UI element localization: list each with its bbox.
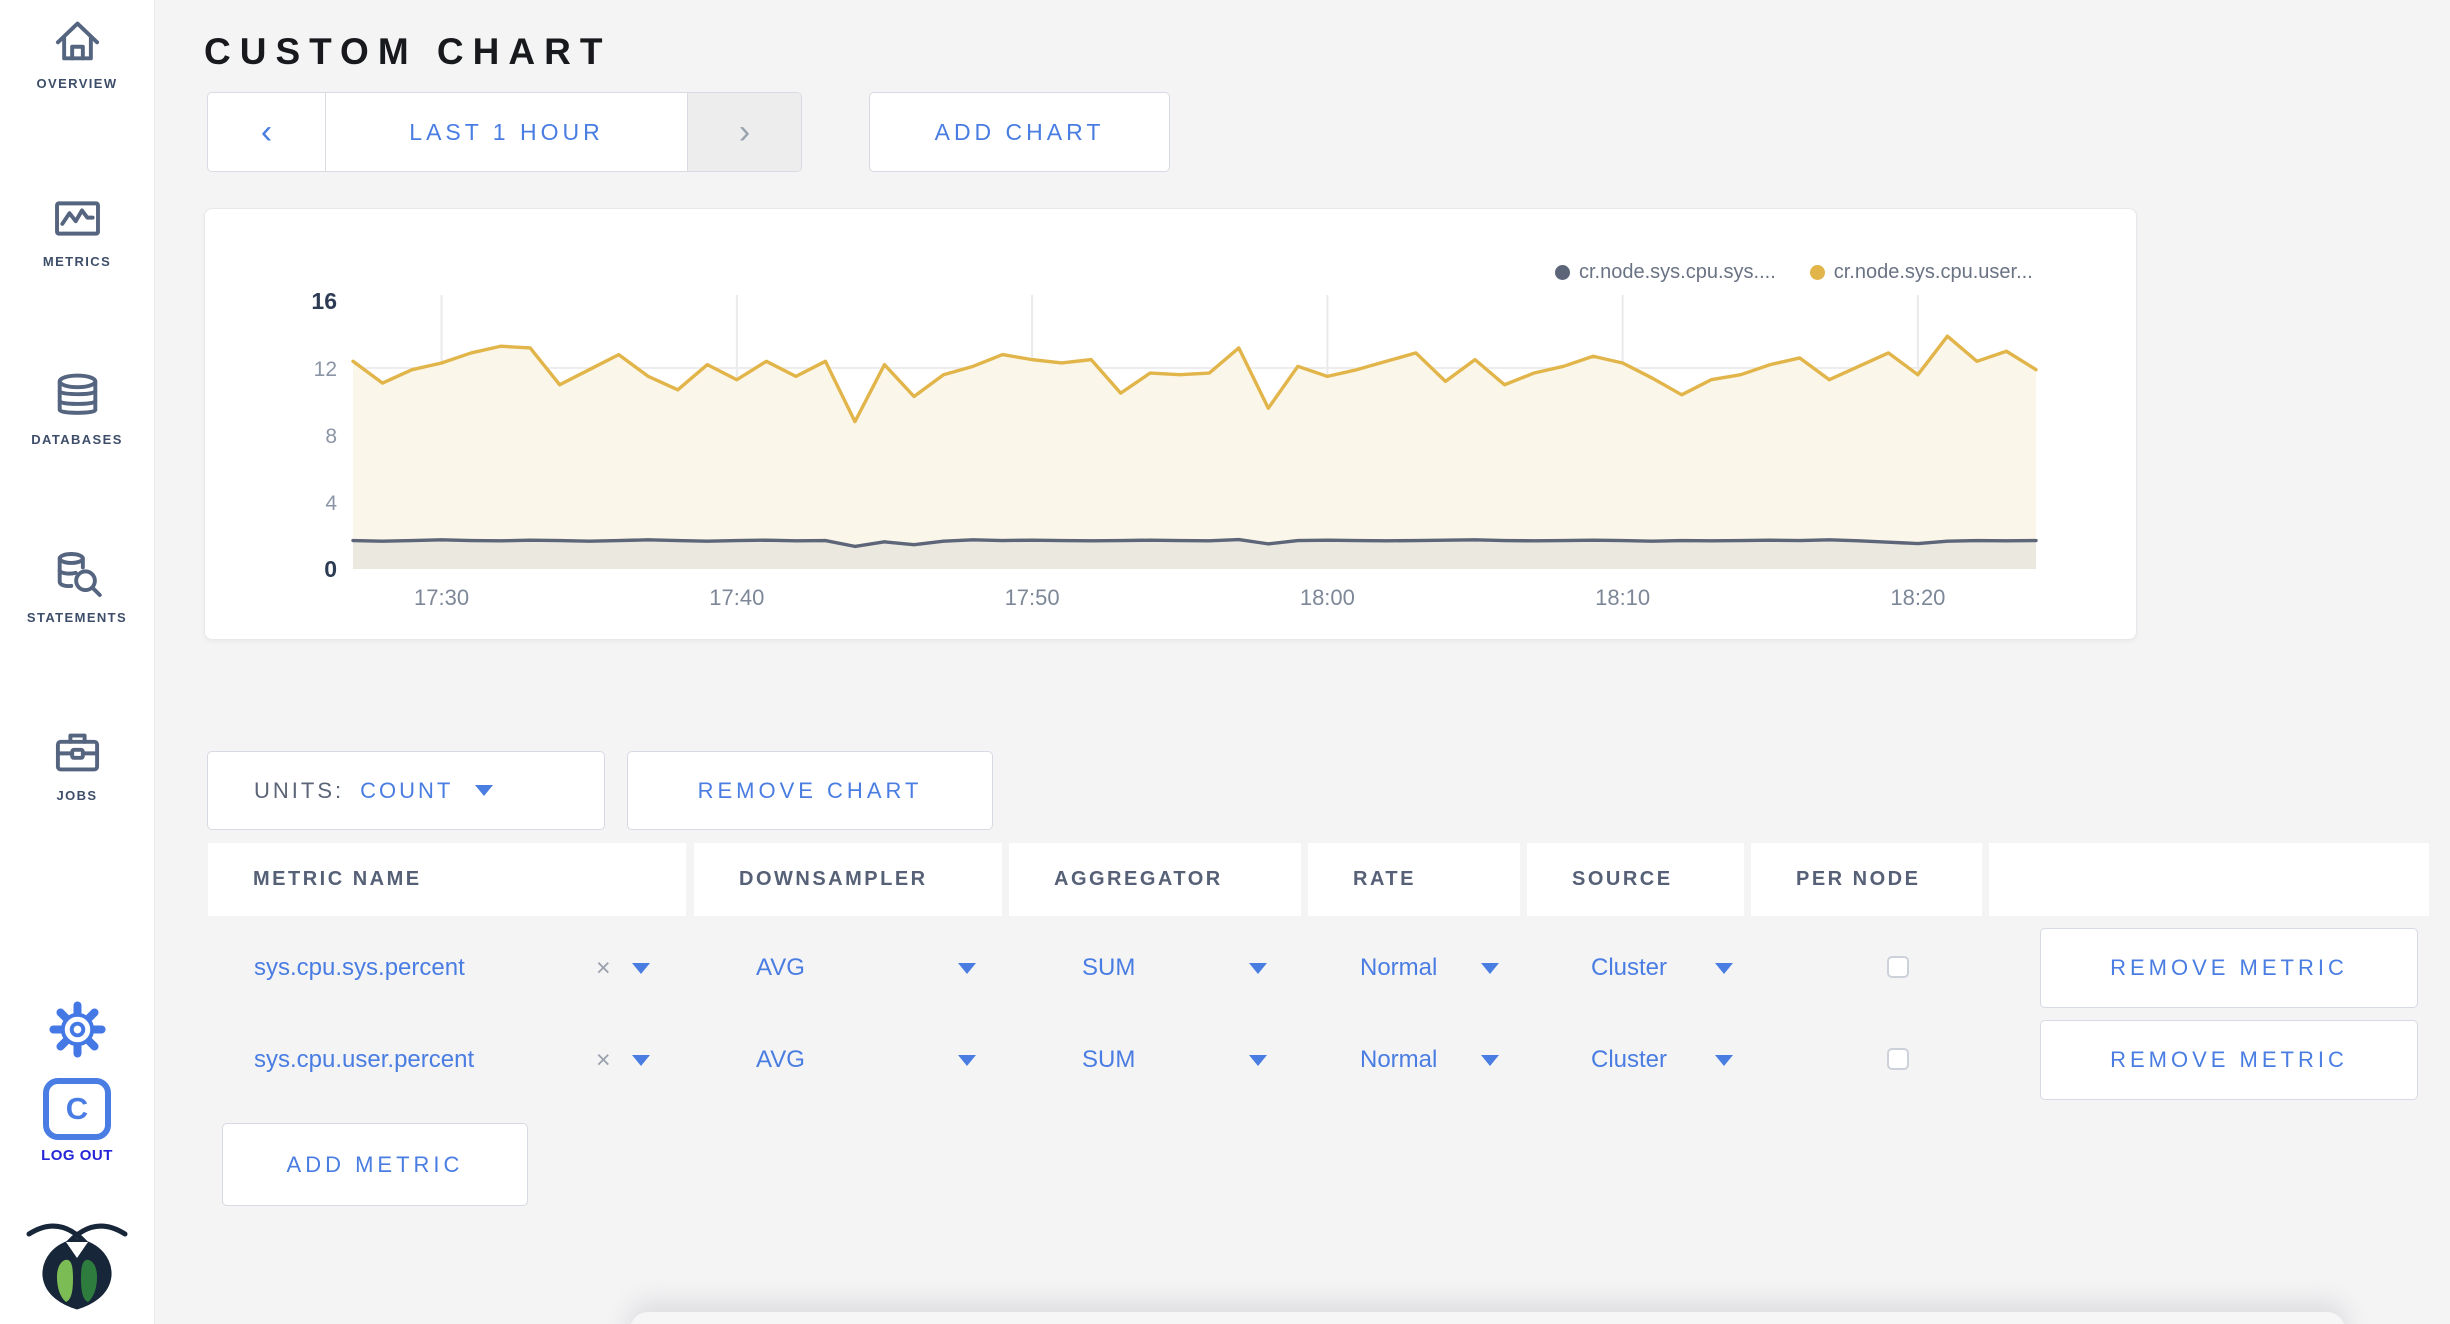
column-header-aggregator: AGGREGATOR bbox=[1009, 843, 1301, 916]
legend-dot-icon bbox=[1809, 265, 1825, 280]
sidebar-item-metrics[interactable]: METRICS bbox=[0, 190, 154, 269]
custom-chart-page: OVERVIEW METRICS DATABASES STATEMENTS JO… bbox=[0, 0, 2450, 1324]
aggregator-select[interactable]: SUM bbox=[1082, 1020, 1135, 1100]
column-header-downsampler: DOWNSAMPLER bbox=[694, 843, 1002, 916]
source-select[interactable]: Cluster bbox=[1591, 1020, 1667, 1100]
per-node-checkbox[interactable] bbox=[1887, 956, 1909, 978]
column-header-per-node: PER NODE bbox=[1751, 843, 1982, 916]
aggregator-select[interactable]: SUM bbox=[1082, 928, 1135, 1008]
rate-caret-icon[interactable] bbox=[1481, 963, 1499, 974]
next-chart-shadow bbox=[630, 1312, 2345, 1324]
sidebar-item-label: DATABASES bbox=[31, 432, 123, 447]
legend-item: cr.node.sys.cpu.sys.... bbox=[1555, 261, 1776, 284]
legend-label: cr.node.sys.cpu.sys.... bbox=[1579, 261, 1776, 283]
add-metric-button[interactable]: ADD METRIC bbox=[222, 1123, 528, 1206]
svg-text:0: 0 bbox=[324, 556, 337, 582]
source-caret-icon[interactable] bbox=[1715, 963, 1733, 974]
sidebar-item-label: OVERVIEW bbox=[36, 76, 118, 91]
statements-icon bbox=[57, 552, 102, 597]
svg-text:18:20: 18:20 bbox=[1890, 585, 1945, 610]
add-chart-button[interactable]: ADD CHART bbox=[869, 92, 1170, 172]
sidebar-item-statements[interactable]: STATEMENTS bbox=[0, 546, 154, 625]
downsampler-select[interactable]: AVG bbox=[756, 1020, 805, 1100]
logout-label: LOG OUT bbox=[41, 1147, 113, 1164]
gear-icon bbox=[48, 1001, 106, 1058]
sidebar: OVERVIEW METRICS DATABASES STATEMENTS JO… bbox=[0, 0, 155, 1324]
database-icon bbox=[57, 373, 97, 415]
remove-chart-button[interactable]: REMOVE CHART bbox=[627, 751, 993, 830]
svg-text:17:50: 17:50 bbox=[1005, 585, 1060, 610]
sidebar-item-label: STATEMENTS bbox=[26, 610, 128, 625]
clear-metric-button[interactable]: × bbox=[596, 928, 611, 1008]
time-range-prev-button[interactable]: ‹ bbox=[208, 93, 326, 171]
metric-row: sys.cpu.user.percent × AVG SUM Normal Cluster… bbox=[0, 1020, 2450, 1100]
svg-text:17:30: 17:30 bbox=[414, 585, 469, 610]
legend-label: cr.node.sys.cpu.user... bbox=[1833, 261, 2033, 283]
column-header-source: SOURCE bbox=[1527, 843, 1744, 916]
time-range-label[interactable]: LAST 1 HOUR bbox=[326, 93, 687, 171]
time-range-next-button[interactable]: › bbox=[687, 93, 801, 171]
svg-text:18:10: 18:10 bbox=[1595, 585, 1650, 610]
sidebar-item-label: JOBS bbox=[56, 788, 98, 803]
downsampler-caret-icon[interactable] bbox=[958, 1055, 976, 1066]
svg-text:18:00: 18:00 bbox=[1300, 585, 1355, 610]
svg-text:12: 12 bbox=[314, 358, 337, 381]
aggregator-caret-icon[interactable] bbox=[1249, 1055, 1267, 1066]
sidebar-item-label: METRICS bbox=[42, 254, 112, 269]
cockroach-c-icon: C bbox=[43, 1078, 111, 1140]
logout-button[interactable]: C LOG OUT bbox=[0, 1078, 154, 1164]
metric-select-caret-icon[interactable] bbox=[632, 963, 650, 974]
per-node-checkbox[interactable] bbox=[1887, 1048, 1909, 1070]
page-title: CUSTOM CHART bbox=[204, 30, 612, 72]
chevron-down-icon bbox=[475, 785, 494, 796]
rate-select[interactable]: Normal bbox=[1360, 928, 1437, 1008]
column-header-rate: RATE bbox=[1308, 843, 1520, 916]
source-caret-icon[interactable] bbox=[1715, 1055, 1733, 1066]
units-dropdown[interactable]: UNITS: COUNT bbox=[207, 751, 605, 830]
remove-metric-button[interactable]: REMOVE METRIC bbox=[2040, 928, 2418, 1008]
column-header-actions bbox=[1989, 843, 2429, 916]
metric-select-caret-icon[interactable] bbox=[632, 1055, 650, 1066]
svg-text:4: 4 bbox=[325, 492, 337, 515]
metrics-icon bbox=[54, 201, 100, 236]
source-select[interactable]: Cluster bbox=[1591, 928, 1667, 1008]
chart-card: cr.node.sys.cpu.sys.... cr.node.sys.cpu.u… bbox=[204, 208, 2137, 640]
briefcase-icon bbox=[55, 733, 99, 772]
units-value: COUNT bbox=[360, 777, 454, 803]
metric-row: sys.cpu.sys.percent × AVG SUM Normal Cluster R… bbox=[0, 928, 2450, 1008]
downsampler-caret-icon[interactable] bbox=[958, 963, 976, 974]
metric-name-value[interactable]: sys.cpu.user.percent bbox=[254, 1020, 474, 1100]
sidebar-item-overview[interactable]: OVERVIEW bbox=[0, 12, 154, 91]
aggregator-caret-icon[interactable] bbox=[1249, 963, 1267, 974]
svg-text:8: 8 bbox=[325, 425, 337, 448]
clear-metric-button[interactable]: × bbox=[596, 1020, 611, 1100]
time-range-selector: ‹ LAST 1 HOUR › bbox=[207, 92, 802, 172]
rate-select[interactable]: Normal bbox=[1360, 1020, 1437, 1100]
svg-text:17:40: 17:40 bbox=[709, 585, 764, 610]
home-icon bbox=[55, 21, 99, 61]
cockroach-logo[interactable] bbox=[0, 1218, 154, 1310]
svg-text:16: 16 bbox=[311, 288, 337, 314]
chart-legend: cr.node.sys.cpu.sys.... cr.node.sys.cpu.u… bbox=[1555, 261, 2033, 284]
sidebar-item-databases[interactable]: DATABASES bbox=[0, 368, 154, 447]
sidebar-item-jobs[interactable]: JOBS bbox=[0, 724, 154, 803]
units-label: UNITS: bbox=[254, 777, 345, 803]
remove-metric-button[interactable]: REMOVE METRIC bbox=[2040, 1020, 2418, 1100]
metric-name-value[interactable]: sys.cpu.sys.percent bbox=[254, 928, 465, 1008]
column-header-metric-name: METRIC NAME bbox=[208, 843, 686, 916]
rate-caret-icon[interactable] bbox=[1481, 1055, 1499, 1066]
legend-dot-icon bbox=[1555, 265, 1570, 280]
legend-item: cr.node.sys.cpu.user... bbox=[1809, 261, 2033, 284]
cockroach-bug-icon bbox=[26, 1223, 128, 1310]
downsampler-select[interactable]: AVG bbox=[756, 928, 805, 1008]
settings-button[interactable] bbox=[0, 1001, 154, 1058]
